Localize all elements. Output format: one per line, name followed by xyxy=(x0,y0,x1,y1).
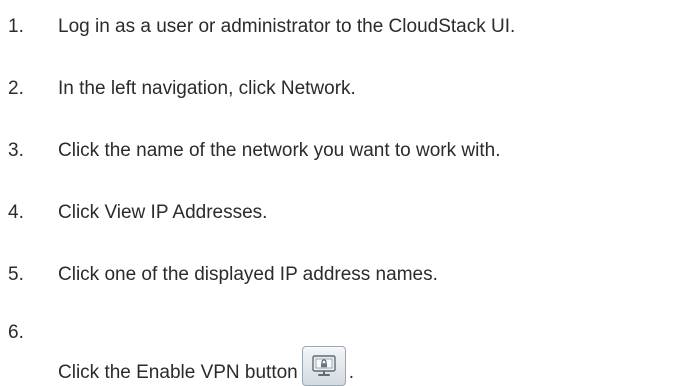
step-4: 4. Click View IP Addresses. xyxy=(8,202,267,224)
monitor-lock-icon xyxy=(312,355,336,376)
step-number: 5. xyxy=(8,264,24,285)
step-1: 1. Log in as a user or administrator to t… xyxy=(8,16,515,38)
step-text: Click View IP Addresses. xyxy=(58,202,268,223)
step-text: Click the Enable VPN button xyxy=(58,362,298,383)
step-number: 2. xyxy=(8,78,24,99)
step-number: 1. xyxy=(8,16,24,37)
step-6: Click the Enable VPN button . xyxy=(58,346,355,386)
step-text: Click one of the displayed IP address na… xyxy=(58,264,438,285)
step-text: Log in as a user or administrator to the… xyxy=(58,16,516,37)
step-number: 6. xyxy=(8,322,24,343)
step-text: In the left navigation, click Network. xyxy=(58,78,356,99)
enable-vpn-button[interactable] xyxy=(301,346,346,386)
step-3: 3. Click the name of the network you want… xyxy=(8,140,500,162)
step-5: 5. Click one of the displayed IP address … xyxy=(8,264,438,286)
step-number: 3. xyxy=(8,140,24,161)
step-2: 2. In the left navigation, click Network. xyxy=(8,78,356,100)
step-number: 4. xyxy=(8,202,24,223)
instruction-steps: 1. Log in as a user or administrator to t… xyxy=(0,0,700,386)
step-6-trailing-period: . xyxy=(348,362,355,383)
step-6-number-row: 6. xyxy=(8,322,58,344)
step-text: Click the name of the network you want t… xyxy=(58,140,501,161)
